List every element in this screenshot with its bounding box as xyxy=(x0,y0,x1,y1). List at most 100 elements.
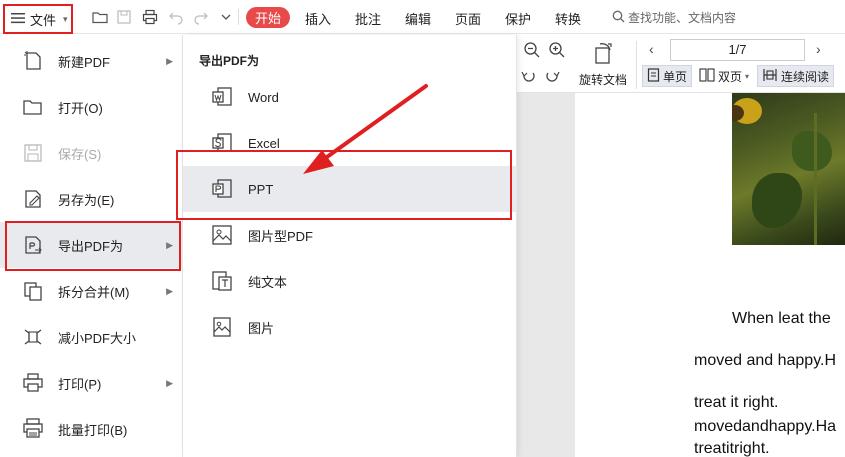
file-menu-label: 文件 xyxy=(30,12,57,28)
export-option-plain-text[interactable]: 纯文本 xyxy=(183,258,517,304)
menu-item-export-pdf[interactable]: 导出PDF为 ▶ xyxy=(0,222,183,268)
menu-item-label: 打开(O) xyxy=(58,100,103,116)
tab-edit[interactable]: 编辑 xyxy=(405,9,431,28)
menu-item-print[interactable]: 打印(P) ▶ xyxy=(0,360,183,406)
double-page-icon xyxy=(699,67,715,85)
tab-insert[interactable]: 插入 xyxy=(305,9,331,28)
ppt-icon xyxy=(209,176,235,202)
tab-annotate[interactable]: 批注 xyxy=(355,9,381,28)
search-label: 查找功能、文档内容 xyxy=(628,11,737,25)
document-text-line: treat it right. xyxy=(694,394,779,411)
continuous-reading-icon xyxy=(762,68,778,85)
menu-item-label: 减小PDF大小 xyxy=(58,330,137,346)
sunflower-photo xyxy=(732,93,845,245)
new-pdf-icon xyxy=(21,49,45,73)
document-text-line: treatitright. xyxy=(694,440,770,457)
document-text-line: movedandhappy.Ha xyxy=(694,418,837,435)
save-as-icon xyxy=(21,187,45,211)
ribbon-divider xyxy=(636,41,637,89)
top-toolbar: 文件 ▾ 开始 插入 批注 编辑 页面 保护 转换 查找功能、文档内容 xyxy=(0,0,845,34)
hamburger-icon xyxy=(11,12,25,27)
print-icon[interactable] xyxy=(141,8,159,26)
undo-icon[interactable] xyxy=(167,8,185,26)
menu-item-new-pdf[interactable]: 新建PDF ▶ xyxy=(0,38,183,84)
export-option-ppt[interactable]: PPT xyxy=(183,166,517,212)
redo-icon[interactable] xyxy=(192,8,210,26)
chevron-right-icon: ▶ xyxy=(166,55,173,66)
tab-start[interactable]: 开始 xyxy=(246,7,290,28)
double-page-button[interactable]: 双页 ▾ xyxy=(695,65,753,87)
save-icon[interactable] xyxy=(115,8,133,26)
single-page-label: 单页 xyxy=(663,69,688,84)
rotate-left-icon[interactable] xyxy=(520,67,538,85)
submenu-title: 导出PDF为 xyxy=(199,54,260,68)
document-text-line: moved and happy.H xyxy=(694,352,837,369)
export-option-label: Word xyxy=(248,89,279,105)
menu-item-save[interactable]: 保存(S) xyxy=(0,130,183,176)
tab-page[interactable]: 页面 xyxy=(455,9,481,28)
menu-item-batch-print[interactable]: 批量打印(B) xyxy=(0,406,183,452)
menu-item-label: 新建PDF xyxy=(58,54,111,70)
folder-open-icon xyxy=(21,95,45,119)
export-option-label: 图片型PDF xyxy=(248,228,314,244)
chevron-right-icon: ▶ xyxy=(166,239,173,250)
continuous-reading-button[interactable]: 连续阅读 xyxy=(757,65,835,87)
menu-item-open[interactable]: 打开(O) xyxy=(0,84,183,130)
export-option-word[interactable]: Word xyxy=(183,74,517,120)
quick-access-dropdown-icon[interactable] xyxy=(217,8,235,26)
export-pdf-submenu: 导出PDF为 Word Excel PPT 图片型PDF 纯文本 图片 xyxy=(183,35,517,457)
split-merge-icon xyxy=(21,279,45,303)
chevron-down-icon: ▾ xyxy=(63,13,68,24)
menu-item-save-as[interactable]: 另存为(E) xyxy=(0,176,183,222)
page-number-input[interactable]: 1/7 xyxy=(670,39,805,61)
export-option-image[interactable]: 图片 xyxy=(183,304,517,350)
single-page-icon xyxy=(647,67,660,85)
menu-item-label: 保存(S) xyxy=(58,146,102,162)
file-menu-panel: 新建PDF ▶ 打开(O) 保存(S) 另存为(E) 导出PDF为 ▶ 拆分合并… xyxy=(0,35,183,457)
chevron-right-icon: ▶ xyxy=(166,285,173,296)
compress-icon xyxy=(21,325,45,349)
feature-search[interactable]: 查找功能、文档内容 xyxy=(612,9,736,26)
search-icon xyxy=(612,10,625,26)
double-page-label: 双页 xyxy=(718,69,743,84)
export-option-label: 图片 xyxy=(248,320,275,336)
leaf-shape xyxy=(752,173,802,228)
file-menu-button[interactable]: 文件 ▾ xyxy=(3,4,73,34)
continuous-reading-label: 连续阅读 xyxy=(781,69,830,84)
zoom-in-icon[interactable] xyxy=(548,41,566,59)
export-option-excel[interactable]: Excel xyxy=(183,120,517,166)
previous-page-icon[interactable]: ‹ xyxy=(649,41,654,57)
open-folder-icon[interactable] xyxy=(91,8,109,26)
single-page-button[interactable]: 单页 xyxy=(642,65,693,87)
export-option-label: 纯文本 xyxy=(248,274,288,290)
export-option-label: PPT xyxy=(248,181,274,197)
stem-shape xyxy=(814,113,817,245)
batch-print-icon xyxy=(21,417,45,441)
rotate-right-icon[interactable] xyxy=(543,67,561,85)
save-icon xyxy=(21,141,45,165)
export-option-image-pdf[interactable]: 图片型PDF xyxy=(183,212,517,258)
plain-text-icon xyxy=(209,268,235,294)
menu-item-label: 拆分合并(M) xyxy=(58,284,130,300)
tab-protect[interactable]: 保护 xyxy=(505,9,531,28)
toolbar-divider xyxy=(238,9,239,25)
print-icon xyxy=(21,371,45,395)
menu-item-split-merge[interactable]: 拆分合并(M) ▶ xyxy=(0,268,183,314)
zoom-out-icon[interactable] xyxy=(523,41,541,59)
word-icon xyxy=(209,84,235,110)
menu-item-label: 另存为(E) xyxy=(58,192,115,208)
chevron-down-icon: ▾ xyxy=(745,71,750,81)
image-pdf-icon xyxy=(209,222,235,248)
tab-convert[interactable]: 转换 xyxy=(555,9,581,28)
view-ribbon: 旋转文档 ‹ 1/7 › 单页 双页 ▾ 连续阅读 xyxy=(517,35,845,93)
menu-item-label: 打印(P) xyxy=(58,376,102,392)
menu-item-label: 批量打印(B) xyxy=(58,422,128,438)
chevron-right-icon: ▶ xyxy=(166,377,173,388)
rotate-document-icon xyxy=(590,40,616,69)
menu-item-compress[interactable]: 减小PDF大小 xyxy=(0,314,183,360)
export-option-label: Excel xyxy=(248,135,280,151)
excel-icon xyxy=(209,130,235,156)
leaf-shape xyxy=(792,131,832,171)
next-page-icon[interactable]: › xyxy=(816,41,821,57)
rotate-document-button[interactable]: 旋转文档 xyxy=(577,40,629,88)
